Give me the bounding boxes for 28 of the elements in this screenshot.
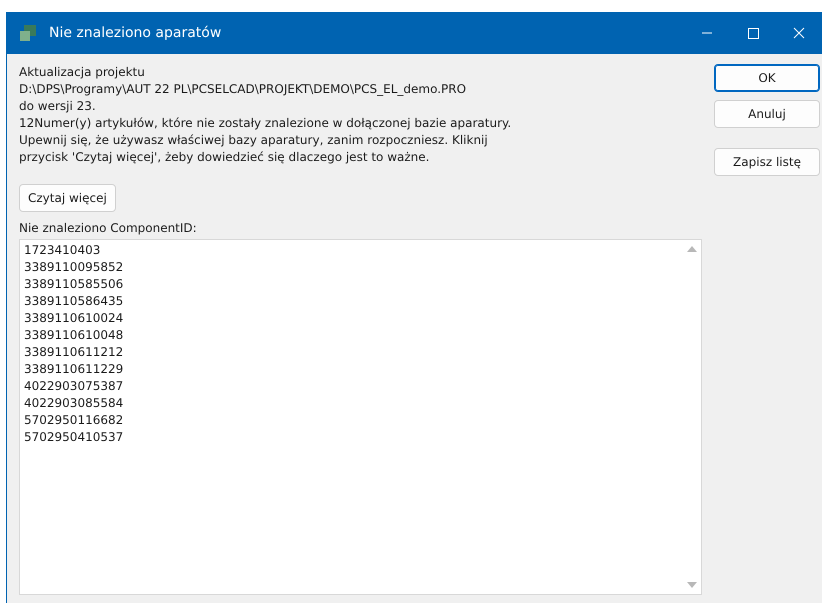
component-id: 3389110611229 [24, 361, 124, 378]
app-icon [19, 24, 37, 42]
message-line: Upewnij się, że używasz właściwej bazy aparatury, zanim rozpoczniesz. Kliknij [19, 132, 489, 149]
window-title: Nie znaleziono aparatów [49, 25, 222, 41]
message-line: 12Numer(y) artykułów, które nie zostały znalezione w dołączonej bazie aparatury. [19, 115, 512, 132]
message-line: przycisk 'Czytaj więcej', żeby dowiedzieć się dlaczego jest to ważne. [19, 149, 430, 166]
component-id: 5702950410537 [24, 429, 124, 446]
read-more-button[interactable]: Czytaj więcej [19, 184, 116, 212]
list-label: Nie znaleziono ComponentID: [19, 220, 198, 236]
message-line: D:\DPS\Programy\AUT 22 PL\PCSELCAD\PROJEKT\DEMO\PCS_EL_demo.PRO [19, 81, 468, 98]
component-id: 3389110586435 [24, 293, 124, 310]
component-id: 1723410403 [24, 242, 102, 259]
component-id: 5702950116682 [24, 412, 124, 429]
message-line: Aktualizacja projektu [19, 64, 146, 81]
message-line: do wersji 23. [19, 98, 97, 115]
component-id: 4022903085584 [24, 395, 124, 412]
dialog-button[interactable]: Anuluj [714, 100, 820, 128]
component-id: 3389110611212 [24, 344, 124, 361]
component-id: 3389110610048 [24, 327, 124, 344]
component-id: 3389110095852 [24, 259, 124, 276]
dialog-button[interactable]: Zapisz listę [714, 148, 820, 176]
component-id: 3389110585506 [24, 276, 124, 293]
component-id: 4022903075387 [24, 378, 124, 395]
scroll-up-icon[interactable] [687, 246, 697, 252]
id-list[interactable]: 1723410403 3389110095852 3389110585506 3389110586435 3389110610024 3389110610048 3389110611212 3389110611229 4022903075387 4022903085584 5702950116682 5702950410537 [19, 239, 702, 595]
scroll-down-icon[interactable] [687, 582, 697, 588]
dialog-button[interactable]: OK [714, 64, 820, 92]
component-id: 3389110610024 [24, 310, 124, 327]
